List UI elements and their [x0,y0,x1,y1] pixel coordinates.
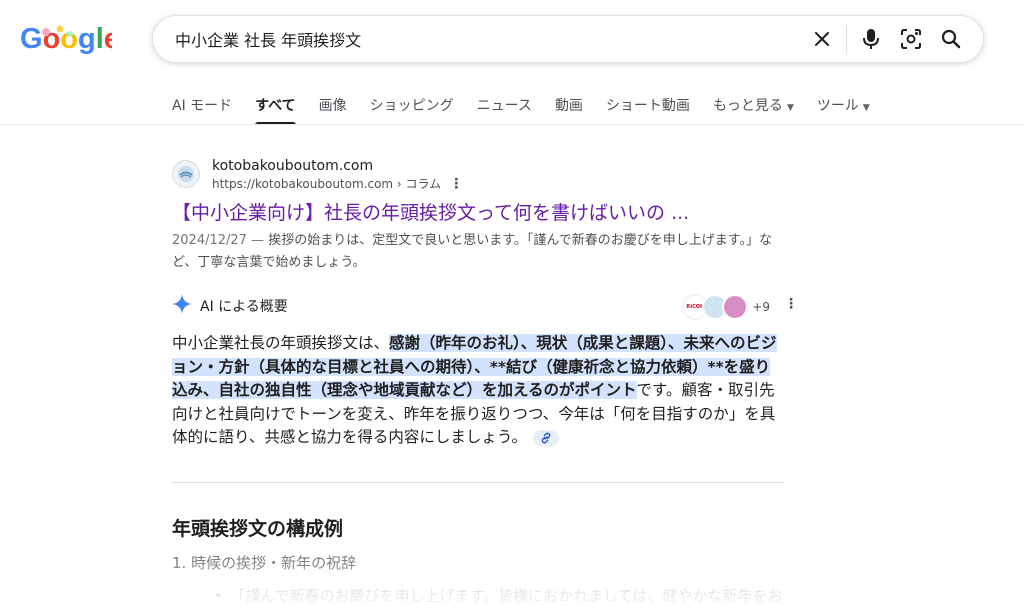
result-site-name: kotobakouboutom.com [212,158,374,174]
list-item: 1. 時候の挨拶・新年の祝辞 [172,554,357,572]
tab-all[interactable]: すべて [255,88,297,125]
close-icon[interactable] [802,19,842,59]
more-options-icon[interactable]: ⋮ [784,296,798,312]
search-tabs: AI モード すべて 画像 ショッピング ニュース 動画 ショート動画 もっと見… [172,88,893,125]
section-divider [172,482,784,483]
search-icon[interactable] [931,19,971,59]
result-site-row[interactable]: kotobakouboutom.com https://kotobakoubou… [172,156,792,192]
site-favicon-icon [172,160,200,188]
tab-short-videos[interactable]: ショート動画 [606,88,690,124]
chevron-down-icon: ▼ [862,103,870,113]
chevron-down-icon: ▼ [786,103,794,113]
tab-tools[interactable]: ツール ▼ [817,88,870,124]
list-bullet: • 「謹んで新春のお慶びを申し上げます。皆様におかれましては、健やかな新年をお [214,587,783,605]
svg-text:Google: Google [20,23,112,55]
lens-icon[interactable] [891,19,931,59]
search-divider [846,25,847,53]
result-snippet: 2024/12/27 — 挨拶の始まりは、定型文で良いと思います。「謹んで新春の… [172,233,772,270]
result-date: 2024/12/27 — [172,233,265,248]
ai-overview-label: AI による概要 [200,299,288,315]
tabs-divider [0,124,1024,125]
link-icon[interactable] [532,429,559,446]
source-thumb [722,294,749,320]
google-logo[interactable]: Google [20,20,120,56]
tab-shopping[interactable]: ショッピング [370,88,454,124]
section-title: 年頭挨拶文の構成例 [172,518,344,540]
search-result: kotobakouboutom.com https://kotobakoubou… [172,156,792,274]
ai-overview-body: 中小企業社長の年頭挨拶文は、感謝（昨年のお礼）、現状（成果と課題）、未来へのビジ… [172,334,777,446]
more-options-icon[interactable]: ⋮ [449,176,463,192]
search-box[interactable] [152,15,984,63]
ai-overview-header: AI による概要 RICOH +9 ⋮ [172,292,804,320]
search-input[interactable] [173,28,797,50]
tab-ai-mode[interactable]: AI モード [172,88,232,124]
tab-videos[interactable]: 動画 [555,88,583,124]
tab-news[interactable]: ニュース [477,88,532,124]
mic-icon[interactable] [851,19,891,59]
ai-sources[interactable]: RICOH +9 [682,294,770,320]
gemini-sparkle-icon [172,294,192,318]
result-title-link[interactable]: 【中小企業向け】社長の年頭挨拶文って何を書けばいいの ... [172,200,792,226]
sources-more-count: +9 [752,300,770,314]
tab-images[interactable]: 画像 [319,88,347,124]
result-url: https://kotobakouboutom.com › コラム ⋮ [212,176,464,192]
tab-more[interactable]: もっと見る ▼ [713,88,794,124]
